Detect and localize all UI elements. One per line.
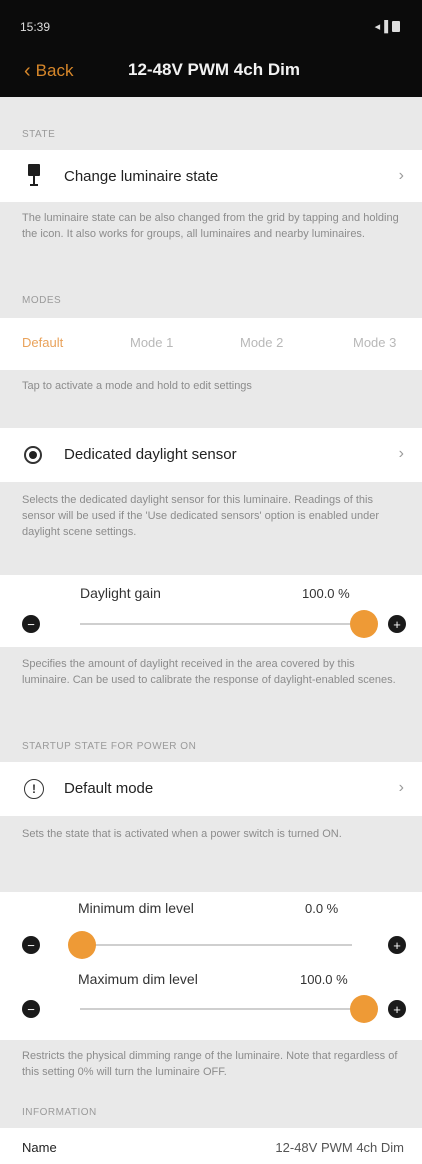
plus-icon[interactable]: + [388,615,406,633]
minus-icon[interactable]: − [22,936,40,954]
info-name-label: Name [22,1140,57,1155]
default-mode-description: Sets the state that is activated when a … [22,828,342,840]
slider-thumb[interactable] [350,610,378,638]
info-icon: ! [24,779,44,799]
dim-level-description: Restricts the physical dimming range of … [22,1050,398,1078]
back-button[interactable]: ‹ Back [24,61,73,81]
section-header-information: INFORMATION [22,1107,97,1118]
top-bar: 15:39 ◂▐ ‹ Back 12-48V PWM 4ch Dim [0,0,422,97]
slider-track[interactable] [80,944,352,946]
lamp-icon [28,164,40,186]
max-dim-label: Maximum dim level [78,971,198,987]
chevron-left-icon: ‹ [24,60,31,82]
back-label: Back [35,61,74,80]
max-dim-value: 100.0 % [300,972,348,987]
daylight-gain-label: Daylight gain [80,585,161,601]
daylight-gain-description: Specifies the amount of daylight receive… [22,658,396,686]
dim-level-sliders: Minimum dim level 0.0 % − + Maximum dim … [0,892,422,1040]
dedicated-daylight-sensor-label: Dedicated daylight sensor [64,446,237,463]
modes-description: Tap to activate a mode and hold to edit … [22,380,252,392]
slider-thumb[interactable] [68,931,96,959]
section-header-modes: MODES [22,295,62,306]
change-luminaire-state-label: Change luminaire state [64,168,219,185]
plus-icon[interactable]: + [388,1000,406,1018]
mode-3[interactable]: Mode 3 [353,335,396,350]
mode-default[interactable]: Default [22,335,63,350]
slider-thumb[interactable] [350,995,378,1023]
daylight-sensor-description: Selects the dedicated daylight sensor fo… [22,494,380,538]
change-luminaire-state-row[interactable]: Change luminaire state › [0,150,422,202]
dedicated-daylight-sensor-row[interactable]: Dedicated daylight sensor › [0,428,422,482]
battery-icon [392,21,400,32]
page-title: 12-48V PWM 4ch Dim [128,60,300,79]
modes-row: Default Mode 1 Mode 2 Mode 3 [0,318,422,370]
min-dim-value: 0.0 % [305,901,339,916]
default-mode-label: Default mode [64,780,154,797]
min-dim-label: Minimum dim level [78,900,194,916]
minus-icon[interactable]: − [22,1000,40,1018]
chevron-right-icon: › [398,445,404,462]
info-name-row: Name 12-48V PWM 4ch Dim [0,1128,422,1164]
status-time: 15:39 [20,20,51,34]
signal-icon: ◂▐ [374,21,388,33]
state-description: The luminaire state can be also changed … [22,212,399,240]
slider-track[interactable] [80,623,350,625]
plus-icon[interactable]: + [388,936,406,954]
chevron-right-icon: › [398,779,404,796]
daylight-gain-value: 100.0 % [302,586,350,601]
info-name-value: 12-48V PWM 4ch Dim [275,1140,404,1155]
sensor-icon [24,446,42,464]
mode-1[interactable]: Mode 1 [130,335,173,350]
chevron-right-icon: › [398,167,404,184]
slider-track[interactable] [80,1008,350,1010]
mode-2[interactable]: Mode 2 [240,335,283,350]
section-header-startup: STARTUP STATE FOR POWER ON [22,741,197,752]
section-header-state: STATE [22,129,56,140]
daylight-gain-slider: Daylight gain 100.0 % − + [0,575,422,647]
default-mode-row[interactable]: ! Default mode › [0,762,422,816]
minus-icon[interactable]: − [22,615,40,633]
status-icons: ◂▐ [375,20,400,33]
